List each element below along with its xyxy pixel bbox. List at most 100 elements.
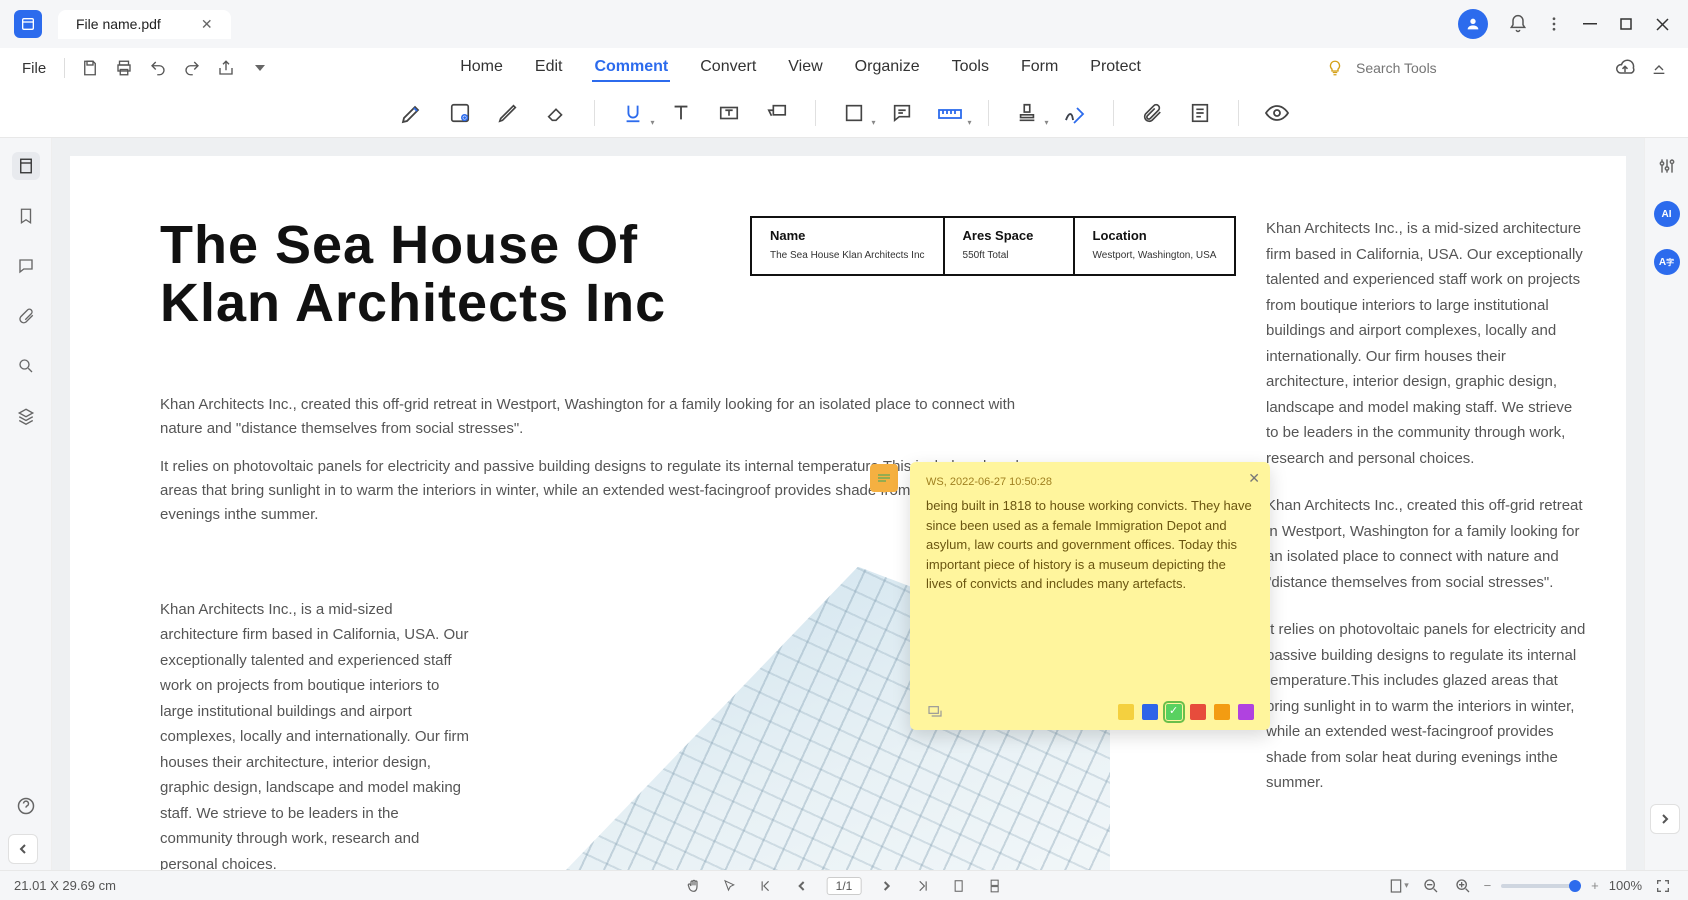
tab-organize[interactable]: Organize xyxy=(853,54,922,82)
hand-tool-icon[interactable] xyxy=(683,875,705,897)
right-column: Khan Architects Inc., is a mid-sized arc… xyxy=(1266,216,1586,818)
swatch-blue[interactable] xyxy=(1142,704,1158,720)
text-tool-icon[interactable] xyxy=(661,93,701,133)
app-logo[interactable] xyxy=(14,10,42,38)
tab-filename: File name.pdf xyxy=(76,16,161,32)
kebab-menu-icon[interactable] xyxy=(1536,6,1572,42)
left-column-text: Khan Architects Inc., is a mid-sized arc… xyxy=(160,567,470,870)
underline-tool-icon[interactable]: ▾ xyxy=(613,93,653,133)
save-icon[interactable] xyxy=(75,53,105,83)
single-page-icon[interactable] xyxy=(947,875,969,897)
prev-page-icon[interactable] xyxy=(791,875,813,897)
attachment-tool-icon[interactable] xyxy=(1132,93,1172,133)
right-para-2: Khan Architects Inc., created this off-g… xyxy=(1266,493,1586,595)
search-panel-icon[interactable] xyxy=(12,352,40,380)
info-cell-name: Name The Sea House Klan Architects Inc xyxy=(752,218,945,274)
hide-comments-icon[interactable] xyxy=(1257,93,1297,133)
bell-icon[interactable] xyxy=(1500,6,1536,42)
left-collapse-icon[interactable] xyxy=(8,834,38,864)
note-author: WS xyxy=(926,476,944,488)
layers-panel-icon[interactable] xyxy=(12,402,40,430)
tab-convert[interactable]: Convert xyxy=(698,54,758,82)
stamp-tool-icon[interactable]: ▾ xyxy=(1007,93,1047,133)
swatch-purple[interactable] xyxy=(1238,704,1254,720)
tab-comment[interactable]: Comment xyxy=(592,54,670,82)
right-para-1: Khan Architects Inc., is a mid-sized arc… xyxy=(1266,216,1586,471)
signature-tool-icon[interactable] xyxy=(1055,93,1095,133)
tab-tools[interactable]: Tools xyxy=(950,54,991,82)
attachments-panel-icon[interactable] xyxy=(12,302,40,330)
redo-icon[interactable] xyxy=(177,53,207,83)
window-close[interactable] xyxy=(1644,6,1680,42)
collapse-ribbon-icon[interactable] xyxy=(1644,53,1674,83)
highlight-tool-icon[interactable] xyxy=(392,93,432,133)
document-tab[interactable]: File name.pdf ✕ xyxy=(58,10,231,39)
properties-panel-icon[interactable] xyxy=(1653,152,1681,180)
close-note-icon[interactable]: ✕ xyxy=(1248,470,1260,487)
title-line-1: The Sea House Of xyxy=(160,215,638,275)
search-tools xyxy=(1326,59,1606,77)
shape-tool-icon[interactable]: ▾ xyxy=(834,93,874,133)
zoom-out-icon[interactable] xyxy=(1420,875,1442,897)
document-canvas[interactable]: The Sea House Of Klan Architects Inc Nam… xyxy=(52,138,1644,870)
last-page-icon[interactable] xyxy=(911,875,933,897)
status-bar: 21.01 X 29.69 cm 1/1 ▾ − + 100% xyxy=(0,870,1688,900)
user-avatar-icon[interactable] xyxy=(1458,9,1488,39)
info-value: 550ft Total xyxy=(963,249,1055,262)
swatch-yellow[interactable] xyxy=(1118,704,1134,720)
search-input[interactable] xyxy=(1356,60,1606,76)
help-icon[interactable] xyxy=(12,792,40,820)
print-icon[interactable] xyxy=(109,53,139,83)
note-reply-icon[interactable] xyxy=(926,704,944,720)
note-body[interactable]: being built in 1818 to house working con… xyxy=(926,496,1254,704)
thumbnails-panel-icon[interactable] xyxy=(12,152,40,180)
share-icon[interactable] xyxy=(211,53,241,83)
bookmarks-panel-icon[interactable] xyxy=(12,202,40,230)
cloud-upload-icon[interactable] xyxy=(1610,53,1640,83)
info-value: The Sea House Klan Architects Inc xyxy=(770,249,925,262)
undo-icon[interactable] xyxy=(143,53,173,83)
window-minimize[interactable] xyxy=(1572,6,1608,42)
right-collapse-icon[interactable] xyxy=(1650,804,1680,834)
tab-home[interactable]: Home xyxy=(458,54,505,82)
swatch-green[interactable] xyxy=(1166,704,1182,720)
pencil-tool-icon[interactable] xyxy=(488,93,528,133)
paragraph-1: Khan Architects Inc., created this off-g… xyxy=(160,393,1060,441)
eraser-tool-icon[interactable] xyxy=(536,93,576,133)
ai-badge[interactable]: AI xyxy=(1653,200,1681,228)
measure-tool-icon[interactable]: ▾ xyxy=(930,93,970,133)
translate-icon[interactable]: A字 xyxy=(1653,248,1681,276)
next-page-icon[interactable] xyxy=(875,875,897,897)
continuous-page-icon[interactable] xyxy=(983,875,1005,897)
zoom-slider[interactable] xyxy=(1501,884,1581,888)
fullscreen-icon[interactable] xyxy=(1652,875,1674,897)
tab-edit[interactable]: Edit xyxy=(533,54,565,82)
note-meta: WS, 2022-06-27 10:50:28 xyxy=(926,476,1254,488)
tab-view[interactable]: View xyxy=(786,54,824,82)
tab-form[interactable]: Form xyxy=(1019,54,1060,82)
first-page-icon[interactable] xyxy=(755,875,777,897)
comment-bubble-icon[interactable] xyxy=(882,93,922,133)
tab-protect[interactable]: Protect xyxy=(1088,54,1143,82)
swatch-orange[interactable] xyxy=(1214,704,1230,720)
close-tab-icon[interactable]: ✕ xyxy=(201,16,213,33)
notes-list-icon[interactable] xyxy=(1180,93,1220,133)
swatch-red[interactable] xyxy=(1190,704,1206,720)
info-table: Name The Sea House Klan Architects Inc A… xyxy=(750,216,1236,276)
file-menu[interactable]: File xyxy=(14,56,54,81)
zoom-in-icon[interactable] xyxy=(1452,875,1474,897)
window-maximize[interactable] xyxy=(1608,6,1644,42)
right-para-3: It relies on photovoltaic panels for ele… xyxy=(1266,617,1586,796)
textbox-tool-icon[interactable] xyxy=(709,93,749,133)
page-indicator[interactable]: 1/1 xyxy=(827,877,862,895)
fit-page-icon[interactable]: ▾ xyxy=(1388,875,1410,897)
more-quick-icon[interactable] xyxy=(245,53,275,83)
page-dimensions: 21.01 X 29.69 cm xyxy=(14,878,116,893)
note-tool-icon[interactable] xyxy=(440,93,480,133)
comments-panel-icon[interactable] xyxy=(12,252,40,280)
select-tool-icon[interactable] xyxy=(719,875,741,897)
callout-tool-icon[interactable] xyxy=(757,93,797,133)
note-marker-icon[interactable] xyxy=(870,464,898,492)
left-sidebar xyxy=(0,138,52,870)
right-sidebar: AI A字 xyxy=(1644,138,1688,870)
